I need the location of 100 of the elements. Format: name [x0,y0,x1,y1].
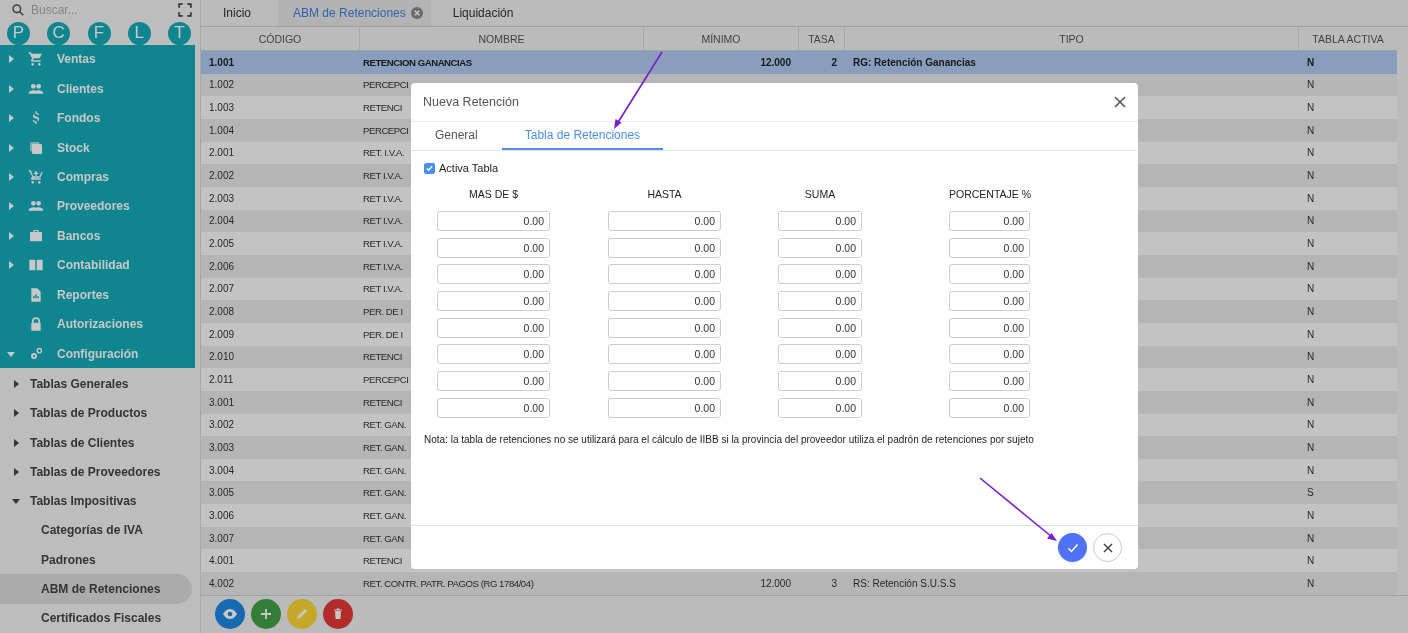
table-cell: 12.000 [760,577,791,589]
table-cell: N [1307,555,1315,567]
table-cell: 2.001 [209,147,235,159]
table-cell: N [1307,102,1315,114]
column-header: SUMA [803,188,837,201]
table-cell: 2.007 [209,283,235,295]
table-cell: RET. GAN. [363,487,406,499]
table-cell: RET. GAN [363,532,404,544]
table-cell: RG: Retención Ganancias [853,56,976,68]
table-cell: RET I.V.A. [363,215,403,227]
table-cell: PER. DE I [363,328,403,340]
table-cell: N [1307,238,1315,250]
table-cell: RETENCI [363,555,402,567]
table-cell: 2.002 [209,170,235,182]
table-cell: RET I.V.A. [363,170,403,182]
table-cell: N [1307,124,1315,136]
table-cell: N [1307,260,1315,272]
table-cell: RET I.V.A. [363,260,403,272]
table-cell: 2.004 [209,215,235,227]
menu-label: Clientes [57,81,104,96]
table-cell: RETENCION GANANCIAS [363,56,472,68]
table-cell: RETENCI [363,396,402,408]
table-cell: N [1307,283,1315,295]
table-cell: N [1307,577,1315,589]
menu-label: Reportes [57,287,109,302]
table-cell: N [1307,79,1315,91]
table-cell: RET I.V.A. [363,238,403,250]
table-cell: RET I.V.A. [363,283,403,295]
table-cell: N [1307,351,1315,363]
table-cell: 1.004 [209,124,235,136]
table-cell: RET. GAN. [363,464,406,476]
menu-label: Tablas de Proveedores [30,464,161,479]
table-cell: N [1307,396,1315,408]
menu-label: Bancos [57,228,101,243]
table-cell: PERCEPCI [363,124,409,136]
table-cell: N [1307,442,1315,453]
table-cell: 3.004 [209,464,235,476]
table-cell: 1.003 [209,102,235,114]
table-cell: PER. DE I [363,306,403,318]
table-cell: 2.006 [209,260,235,272]
table-cell: 3.003 [209,442,235,453]
table-cell: 2.011 [209,374,234,385]
table-cell: N [1307,374,1315,385]
table-cell: RET. CONTR. PATR. PAGOS (RG 1784/04) [363,577,534,589]
table-cell: RS: Retención S.U.S.S [853,577,956,589]
menu-label: Proveedores [57,199,130,214]
table-cell: RET. GAN. [363,419,406,431]
table-cell: N [1307,215,1315,227]
table-cell: 12.000 [760,56,791,68]
table-cell: 1.001 [209,56,235,68]
table-cell: 4.001 [209,555,235,567]
menu-label: Tablas Impositivas [30,494,137,509]
menu-label: Configuración [57,346,139,361]
menu-label: Tablas de Clientes [30,435,135,450]
table-cell: 2.008 [209,306,235,318]
note-text: Nota: la tabla de retenciones no se utilizará para el cálculo de IIBB si la provincia del proveedor utiliza el padrón de retenciones por sujeto [424,434,1035,446]
menu-label: Compras [57,170,109,184]
table-cell: N [1307,532,1315,544]
table-cell: 2.010 [209,351,235,363]
table-cell: N [1307,192,1315,204]
table-cell: 3.001 [209,396,235,408]
table-cell: 2.009 [209,328,235,340]
column-header: PORCENTAJE % [949,188,1030,201]
table-cell: 4.002 [209,577,235,589]
table-cell: 2.003 [209,192,235,204]
table-cell: 3.007 [209,532,235,544]
table-cell: PERCEPCI [363,374,409,385]
table-cell: 2 [831,56,837,68]
table-cell: 3 [831,577,837,589]
table-cell: N [1307,147,1315,159]
menu-label: Tablas Generales [30,376,129,391]
table-cell: N [1307,306,1315,318]
table-cell: RETENCI [363,102,402,114]
menu-label: Fondos [57,111,101,126]
menu-label: Tablas de Productos [30,406,148,421]
menu-label: Contabilidad [57,258,130,273]
table-cell: N [1307,328,1315,340]
table-cell: N [1307,56,1315,68]
table-cell: N [1307,170,1315,182]
menu-label: Stock [57,140,90,155]
table-cell: 1.002 [209,79,235,91]
menu-label: Autorizaciones [57,317,143,332]
table-cell: RET I.V.A. [363,192,403,204]
table-cell: PERCEPCI [363,79,409,91]
table-cell: 2.005 [209,238,235,250]
table-cell: 3.005 [209,487,235,499]
column-header: MAS DE $ [468,188,519,201]
table-cell: N [1307,464,1315,476]
table-cell: N [1307,509,1315,521]
dialog-title: Nueva Retención [423,95,519,109]
table-cell: N [1307,419,1315,431]
checkbox-label: Activa Tabla [439,162,499,174]
table-cell: 3.006 [209,509,235,521]
table-cell: S [1307,487,1314,499]
table-cell: RETENCI [363,351,402,363]
menu-label: Ventas [57,52,96,67]
table-cell: RET. GAN. [363,442,406,453]
table-cell: 3.002 [209,419,235,431]
table-cell: RET. I.V.A. [363,147,405,159]
table-cell: RET. GAN. [363,509,406,521]
